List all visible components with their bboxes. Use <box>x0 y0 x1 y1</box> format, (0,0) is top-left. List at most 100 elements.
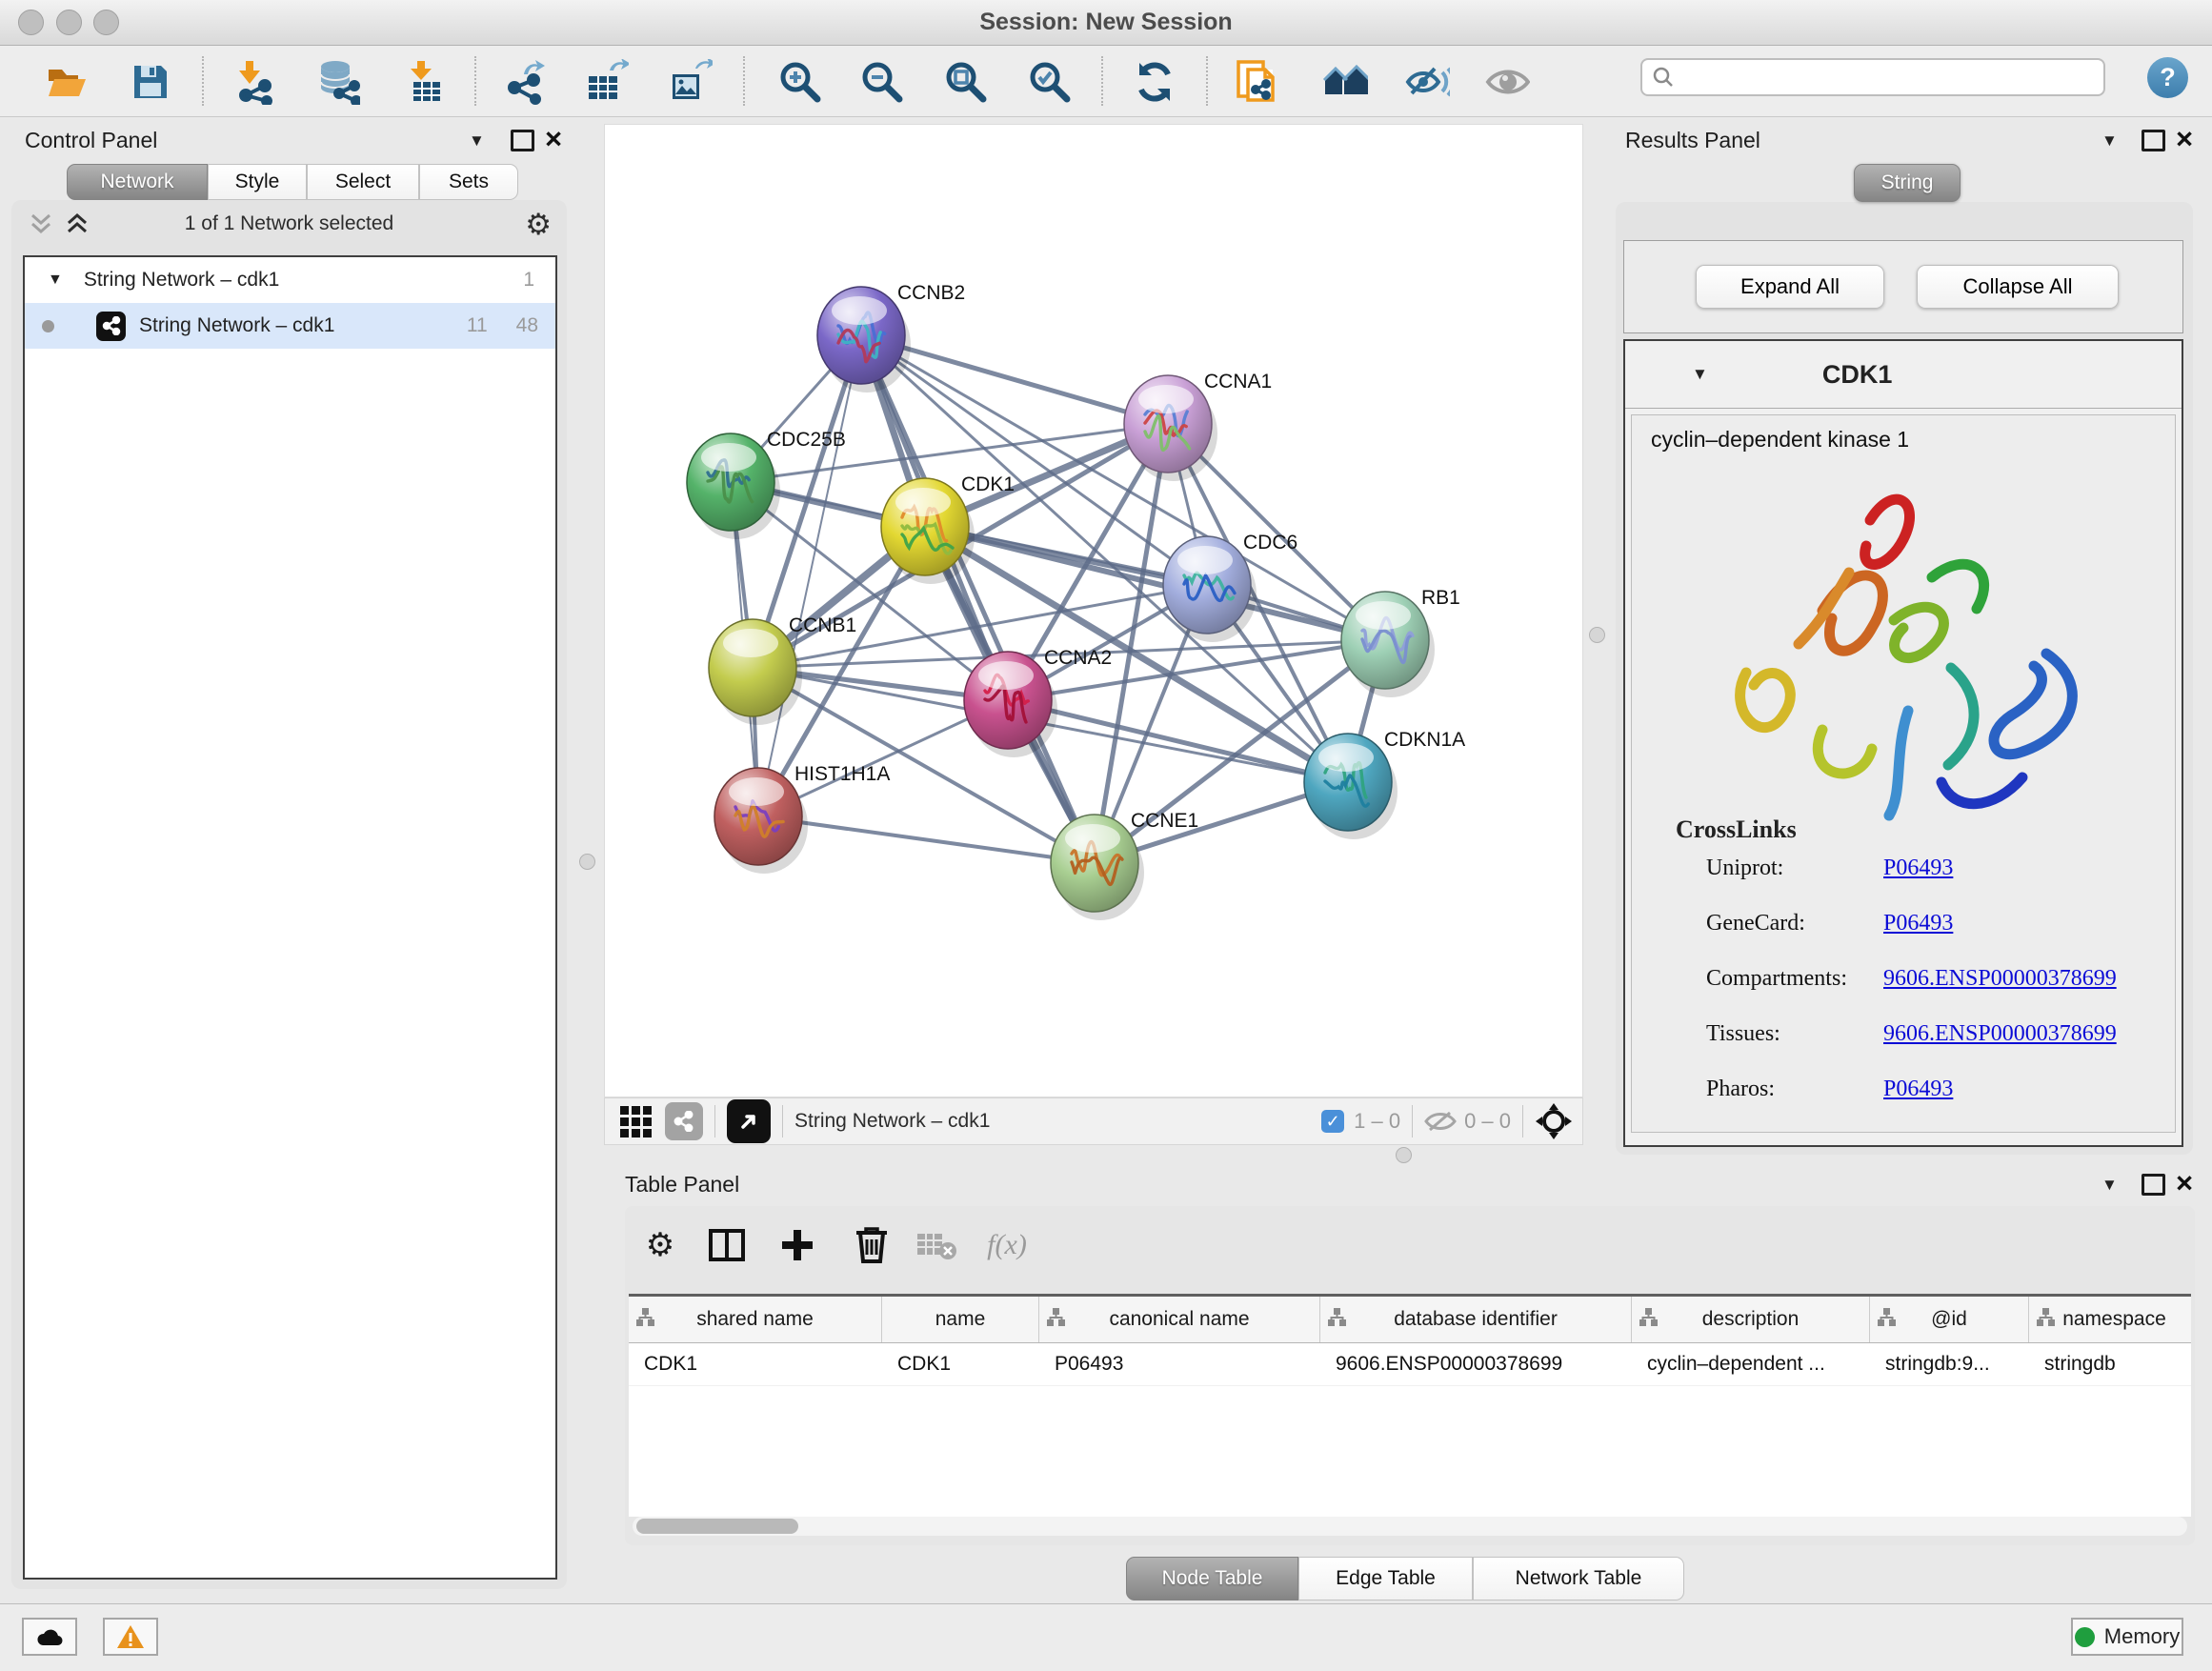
collapse-all-button[interactable]: Collapse All <box>1917 265 2119 309</box>
table-horizontal-scrollbar[interactable] <box>633 1517 2187 1536</box>
tab-network[interactable]: Network <box>67 164 208 200</box>
crosslink-pharos-link[interactable]: P06493 <box>1883 1077 1953 1102</box>
network-row-selected[interactable]: String Network – cdk1 11 48 <box>25 303 555 349</box>
svg-text:RB1: RB1 <box>1421 587 1460 609</box>
zoom-out-icon[interactable] <box>859 59 905 105</box>
zoom-fit-icon[interactable] <box>943 59 989 105</box>
column-header-databaseidentifier[interactable]: database identifier <box>1320 1297 1632 1342</box>
refresh-icon[interactable] <box>1132 59 1177 105</box>
collection-expand-caret-icon[interactable]: ▼ <box>48 272 63 289</box>
toolbar-separator <box>1206 56 1208 106</box>
expand-all-button[interactable]: Expand All <box>1696 265 1884 309</box>
open-session-icon[interactable] <box>44 59 90 105</box>
tab-style[interactable]: Style <box>208 164 307 200</box>
search-input[interactable] <box>1675 66 2079 90</box>
show-columns-icon[interactable] <box>705 1223 749 1267</box>
left-splitter-handle[interactable] <box>579 854 595 870</box>
warnings-button[interactable] <box>103 1618 158 1656</box>
column-header-sharedname[interactable]: shared name <box>629 1297 882 1342</box>
memory-button[interactable]: Memory <box>2071 1618 2183 1656</box>
gene-collapse-caret-icon[interactable]: ▼ <box>1692 365 1708 384</box>
table-scrollbar-thumb[interactable] <box>636 1519 798 1534</box>
birds-eye-crosshair-icon[interactable] <box>1535 1102 1573 1140</box>
tab-string[interactable]: String <box>1854 164 1961 202</box>
right-splitter-handle[interactable] <box>1589 627 1605 643</box>
export-table-icon[interactable] <box>583 59 629 105</box>
tab-sets[interactable]: Sets <box>419 164 518 200</box>
toolbar-separator <box>202 56 204 106</box>
table-cell[interactable]: CDK1 <box>882 1343 1039 1385</box>
table-cell[interactable]: stringdb <box>2029 1343 2191 1385</box>
import-network-from-database-icon[interactable] <box>314 59 360 105</box>
column-type-icon <box>2036 1307 2056 1327</box>
crosslink-compartments-link[interactable]: 9606.ENSP00000378699 <box>1883 966 2117 992</box>
zoom-selected-icon[interactable] <box>1027 59 1073 105</box>
status-bar <box>0 1603 2212 1671</box>
svg-text:CDK1: CDK1 <box>961 473 1015 495</box>
export-network-icon[interactable] <box>503 59 549 105</box>
table-options-gear-icon[interactable]: ⚙ <box>638 1223 682 1267</box>
column-header-id[interactable]: @id <box>1870 1297 2029 1342</box>
crosslink-row: Pharos: P06493 <box>1706 1077 1953 1102</box>
table-panel-close-icon[interactable]: × <box>2176 1174 2193 1193</box>
clone-network-icon[interactable] <box>1235 59 1280 105</box>
import-network-icon[interactable] <box>232 59 278 105</box>
crosslink-uniprot-link[interactable]: P06493 <box>1883 856 1953 881</box>
control-panel-menu-caret-icon[interactable]: ▼ <box>469 131 485 151</box>
network-collection-row[interactable]: ▼ String Network – cdk1 1 <box>25 257 555 303</box>
home-networks-icon[interactable] <box>1322 59 1368 105</box>
detach-view-icon[interactable] <box>727 1099 771 1143</box>
network-overview-icon[interactable] <box>665 1102 703 1140</box>
svg-text:CCNE1: CCNE1 <box>1131 810 1198 832</box>
column-type-icon <box>1639 1307 1659 1327</box>
crosslink-tissues-link[interactable]: 9606.ENSP00000378699 <box>1883 1021 2117 1047</box>
selected-nodes-checkbox[interactable]: ✓ <box>1321 1110 1344 1133</box>
network-options-gear-icon[interactable]: ⚙ <box>525 208 552 242</box>
column-header-canonicalname[interactable]: canonical name <box>1039 1297 1320 1342</box>
node-table-body[interactable]: CDK1CDK1P064939606.ENSP00000378699cyclin… <box>629 1343 2191 1386</box>
tab-edge-table[interactable]: Edge Table <box>1298 1557 1473 1601</box>
hide-unhide-icon[interactable] <box>1404 59 1450 105</box>
table-row[interactable]: CDK1CDK1P064939606.ENSP00000378699cyclin… <box>629 1343 2191 1386</box>
crosslink-genecard-link[interactable]: P06493 <box>1883 911 1953 936</box>
results-panel-menu-caret-icon[interactable]: ▼ <box>2101 131 2118 151</box>
column-header-name[interactable]: name <box>882 1297 1039 1342</box>
export-image-icon[interactable] <box>667 59 713 105</box>
network-view-canvas[interactable]: CCNB2CCNA1CDC25BCDK1CDC6RB1CCNB1CCNA2CDK… <box>604 124 1583 1097</box>
help-button[interactable]: ? <box>2147 57 2188 98</box>
save-session-icon[interactable] <box>128 59 173 105</box>
table-panel-menu-caret-icon[interactable]: ▼ <box>2101 1176 2118 1195</box>
node-table-header[interactable]: shared namenamecanonical namedatabase id… <box>629 1294 2191 1343</box>
bottom-splitter-handle[interactable] <box>1396 1147 1412 1163</box>
search-box[interactable] <box>1640 58 2105 96</box>
table-panel-float-icon[interactable] <box>2142 1174 2165 1196</box>
zoom-in-icon[interactable] <box>777 59 823 105</box>
delete-column-icon[interactable] <box>850 1223 894 1267</box>
network-tree: ▼ String Network – cdk1 1 String Network… <box>23 255 557 1580</box>
table-cell[interactable]: CDK1 <box>629 1343 882 1385</box>
svg-text:CCNB1: CCNB1 <box>789 614 856 636</box>
results-panel-close-icon[interactable]: × <box>2176 130 2193 149</box>
gene-header-row[interactable]: ▼ CDK1 <box>1625 341 2182 409</box>
import-table-icon[interactable] <box>402 59 448 105</box>
control-panel-float-icon[interactable] <box>511 130 534 151</box>
tab-network-table[interactable]: Network Table <box>1473 1557 1684 1601</box>
table-cell[interactable]: stringdb:9... <box>1870 1343 2029 1385</box>
tab-select[interactable]: Select <box>307 164 419 200</box>
show-grid-icon[interactable] <box>620 1106 652 1137</box>
toolbar-separator <box>743 56 745 106</box>
results-panel-float-icon[interactable] <box>2142 130 2165 151</box>
cloud-status-button[interactable] <box>22 1618 77 1656</box>
warning-icon <box>116 1624 145 1649</box>
table-cell[interactable]: 9606.ENSP00000378699 <box>1320 1343 1632 1385</box>
column-type-icon <box>1877 1307 1897 1327</box>
table-cell[interactable]: cyclin–dependent ... <box>1632 1343 1870 1385</box>
column-header-description[interactable]: description <box>1632 1297 1870 1342</box>
control-panel-close-icon[interactable]: × <box>545 130 562 149</box>
column-header-namespace[interactable]: namespace <box>2029 1297 2191 1342</box>
eye-disabled-icon <box>1484 59 1530 105</box>
tab-node-table[interactable]: Node Table <box>1126 1557 1298 1601</box>
main-toolbar: ? <box>0 46 2212 117</box>
add-column-icon[interactable] <box>775 1223 819 1267</box>
table-cell[interactable]: P06493 <box>1039 1343 1320 1385</box>
